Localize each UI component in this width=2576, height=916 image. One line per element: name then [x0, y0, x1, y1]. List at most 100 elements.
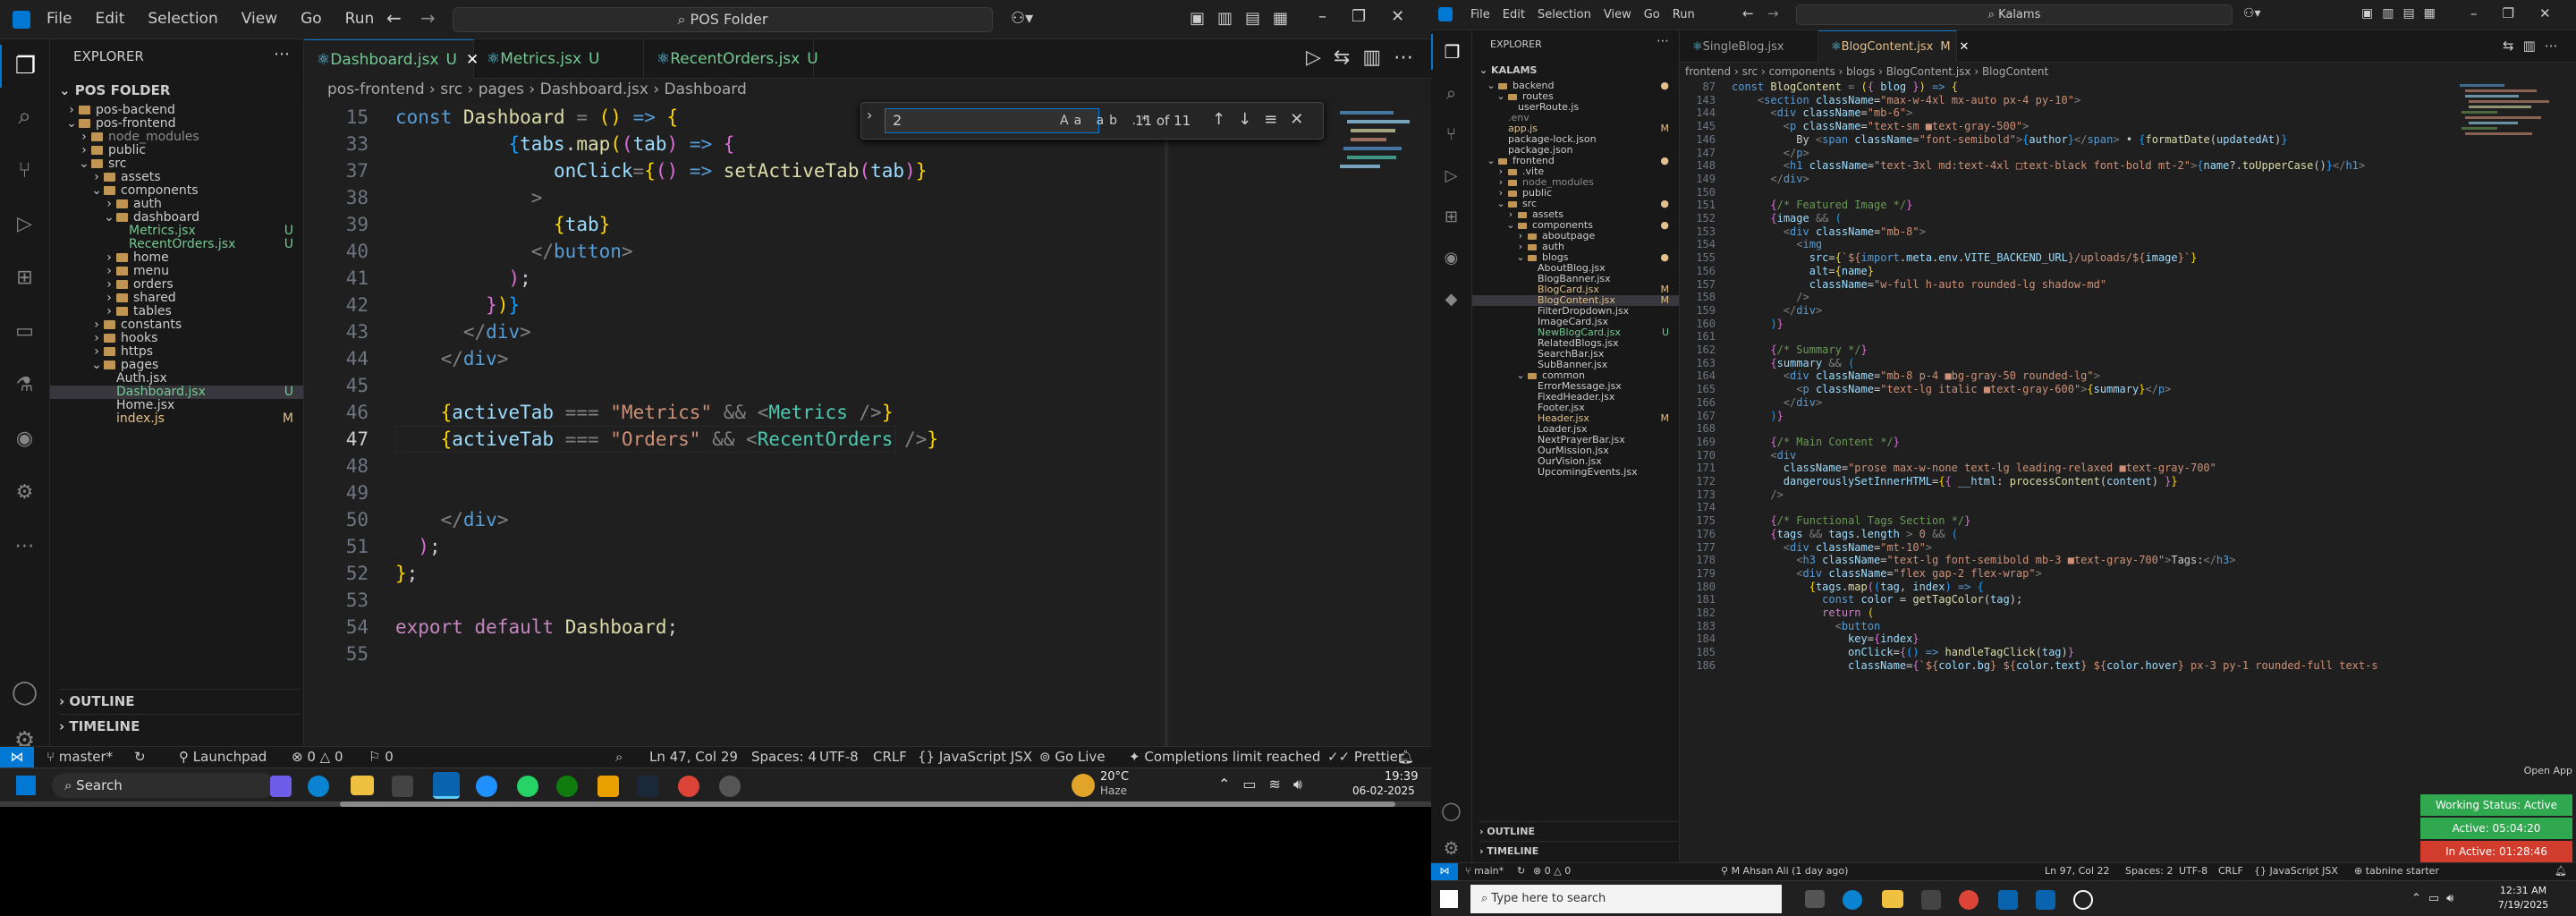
menu-item-selection[interactable]: Selection: [1538, 8, 1591, 21]
sync-icon[interactable]: ↻: [1517, 865, 1525, 877]
chrome-alt-icon[interactable]: [678, 776, 699, 797]
close-tab-icon[interactable]: ✕: [1960, 40, 1970, 54]
menu-item-file[interactable]: File: [1470, 8, 1490, 21]
folder-item[interactable]: › public: [50, 144, 303, 157]
windows-start-icon[interactable]: [16, 776, 36, 795]
app-icon[interactable]: [597, 776, 619, 797]
store-icon[interactable]: [392, 776, 413, 797]
back-arrow-icon[interactable]: ←: [1742, 5, 1754, 21]
extensions-icon[interactable]: ⊞: [0, 256, 49, 299]
file-item[interactable]: UpcomingEvents.jsx: [1472, 467, 1679, 478]
system-tray-icons[interactable]: ⌃▭≋🔊︎: [1218, 776, 1315, 793]
folder-item[interactable]: › assets: [50, 171, 303, 184]
file-item[interactable]: index.js M: [50, 412, 303, 426]
manage-gear-icon[interactable]: ⚙: [1431, 830, 1471, 866]
root-folder-header[interactable]: ⌄ POS FOLDER: [59, 82, 170, 98]
menu-item-go[interactable]: Go: [301, 10, 322, 28]
breadcrumb-item[interactable]: Dashboard: [665, 81, 747, 98]
account-icon[interactable]: ◯: [1431, 793, 1471, 828]
run-debug-icon[interactable]: ▷: [0, 202, 49, 245]
more-actions-icon[interactable]: ⋯: [274, 45, 290, 64]
tabnine-icon[interactable]: ◆: [1431, 281, 1471, 317]
breadcrumb-item[interactable]: pos-frontend: [327, 81, 425, 98]
source-control-icon[interactable]: ⑂: [1431, 116, 1471, 152]
encoding[interactable]: UTF-8: [819, 749, 859, 765]
account-icon[interactable]: ◯: [0, 671, 49, 714]
timeline-section[interactable]: › TIMELINE: [1479, 841, 1678, 857]
task-view-icon[interactable]: [1805, 890, 1825, 908]
notifications-bell-icon[interactable]: 🔔︎: [2555, 865, 2567, 877]
editor-tab[interactable]: ⚛ Metrics.jsx U: [474, 39, 644, 79]
run-debug-icon[interactable]: ▷: [1431, 157, 1471, 193]
folder-item[interactable]: › menu: [50, 265, 303, 278]
breadcrumb-item[interactable]: pages: [479, 81, 524, 98]
folder-item[interactable]: › https: [50, 345, 303, 359]
file-item[interactable]: userRoute.js: [1472, 102, 1679, 113]
remote-indicator-icon[interactable]: ⋈: [1431, 863, 1458, 881]
gitlens-icon[interactable]: ◉: [0, 417, 49, 460]
folder-item[interactable]: › home: [50, 251, 303, 265]
folder-item[interactable]: › pos-backend: [50, 104, 303, 117]
prettier-status[interactable]: ✓✓ Prettier: [1327, 749, 1403, 765]
timeline-section[interactable]: › TIMELINE: [59, 714, 301, 734]
cursor-position[interactable]: Ln 47, Col 29: [649, 749, 738, 765]
forward-arrow-icon[interactable]: →: [420, 7, 436, 29]
folder-item[interactable]: › orders: [50, 278, 303, 292]
cursor-position[interactable]: Ln 97, Col 22: [2045, 865, 2110, 877]
windows-start-icon[interactable]: [1440, 890, 1458, 908]
right-code-editor[interactable]: 87 const BlogContent = ({ blog }) => {143…: [1680, 81, 2576, 862]
open-app-link[interactable]: Open App: [2394, 765, 2572, 776]
breadcrumb-item[interactable]: components: [1769, 65, 1835, 78]
file-item[interactable]: Metrics.jsx U: [50, 225, 303, 238]
editor-actions[interactable]: ⇆▥⋯: [2503, 38, 2567, 54]
menu-item-edit[interactable]: Edit: [95, 10, 124, 28]
file-item[interactable]: Home.jsx: [50, 399, 303, 412]
edge-icon[interactable]: [308, 776, 329, 797]
edge-icon[interactable]: [1843, 890, 1862, 910]
chrome-icon[interactable]: [476, 776, 497, 797]
menu-item-view[interactable]: View: [1604, 8, 1631, 21]
copilot-icon[interactable]: ⚇▾: [1011, 9, 1033, 28]
line-ending[interactable]: CRLF: [873, 749, 907, 765]
folder-item[interactable]: ⌄ src ●: [1472, 199, 1679, 209]
steam-icon[interactable]: [637, 776, 658, 797]
language-mode[interactable]: {} JavaScript JSX: [2254, 865, 2338, 877]
copilot-icon[interactable]: ⚇▾: [2243, 6, 2261, 21]
command-center[interactable]: ⌕ POS Folder: [453, 7, 993, 32]
indentation[interactable]: Spaces: 4: [751, 749, 817, 765]
testing-icon[interactable]: ⚗: [0, 363, 49, 406]
breadcrumb-item[interactable]: frontend: [1685, 65, 1731, 78]
whatsapp-icon[interactable]: [517, 776, 538, 797]
completions-status[interactable]: ✦ Completions limit reached: [1129, 749, 1320, 765]
chrome-icon[interactable]: [1959, 890, 1979, 910]
explorer-icon[interactable]: ❐: [1431, 34, 1471, 70]
window-controls[interactable]: –❐✕: [2470, 5, 2576, 21]
zoom-icon[interactable]: ⌕: [615, 749, 623, 765]
search-icon[interactable]: ⌕: [1431, 75, 1471, 111]
outline-section[interactable]: › OUTLINE: [59, 689, 301, 709]
vscode-taskbar-icon[interactable]: [433, 772, 460, 799]
menu-item-file[interactable]: File: [47, 10, 72, 28]
folder-item[interactable]: › auth: [1472, 242, 1679, 252]
settings-app-icon[interactable]: [719, 776, 741, 797]
editor-tab[interactable]: ⚛ SingleBlog.jsx: [1680, 30, 1818, 63]
file-item[interactable]: .env: [1472, 113, 1679, 123]
breadcrumb-item[interactable]: Dashboard.jsx: [540, 81, 648, 98]
file-explorer-icon[interactable]: [1882, 890, 1903, 908]
menu-item-run[interactable]: Run: [345, 10, 375, 28]
folder-item[interactable]: ⌄ pages: [50, 359, 303, 372]
command-center[interactable]: ⌕ Kalams: [1796, 4, 2233, 25]
layout-controls[interactable]: ▣▥▤▦: [1190, 9, 1301, 28]
language-mode[interactable]: {} JavaScript JSX: [918, 749, 1032, 765]
folder-item[interactable]: › hooks: [50, 332, 303, 345]
minimap[interactable]: [2456, 81, 2567, 313]
xbox-icon[interactable]: [556, 776, 578, 797]
file-item[interactable]: package-lock.json: [1472, 134, 1679, 145]
more-icon[interactable]: ⋯: [0, 524, 49, 567]
folder-item[interactable]: › auth: [50, 198, 303, 211]
forward-arrow-icon[interactable]: →: [1767, 5, 1779, 21]
folder-item[interactable]: ⌄ src: [50, 157, 303, 171]
gitlens-icon[interactable]: ◉: [1431, 240, 1471, 276]
editor-tab[interactable]: ⚛ BlogContent.jsx M ✕: [1818, 30, 1969, 63]
menu-item-go[interactable]: Go: [1644, 8, 1660, 21]
